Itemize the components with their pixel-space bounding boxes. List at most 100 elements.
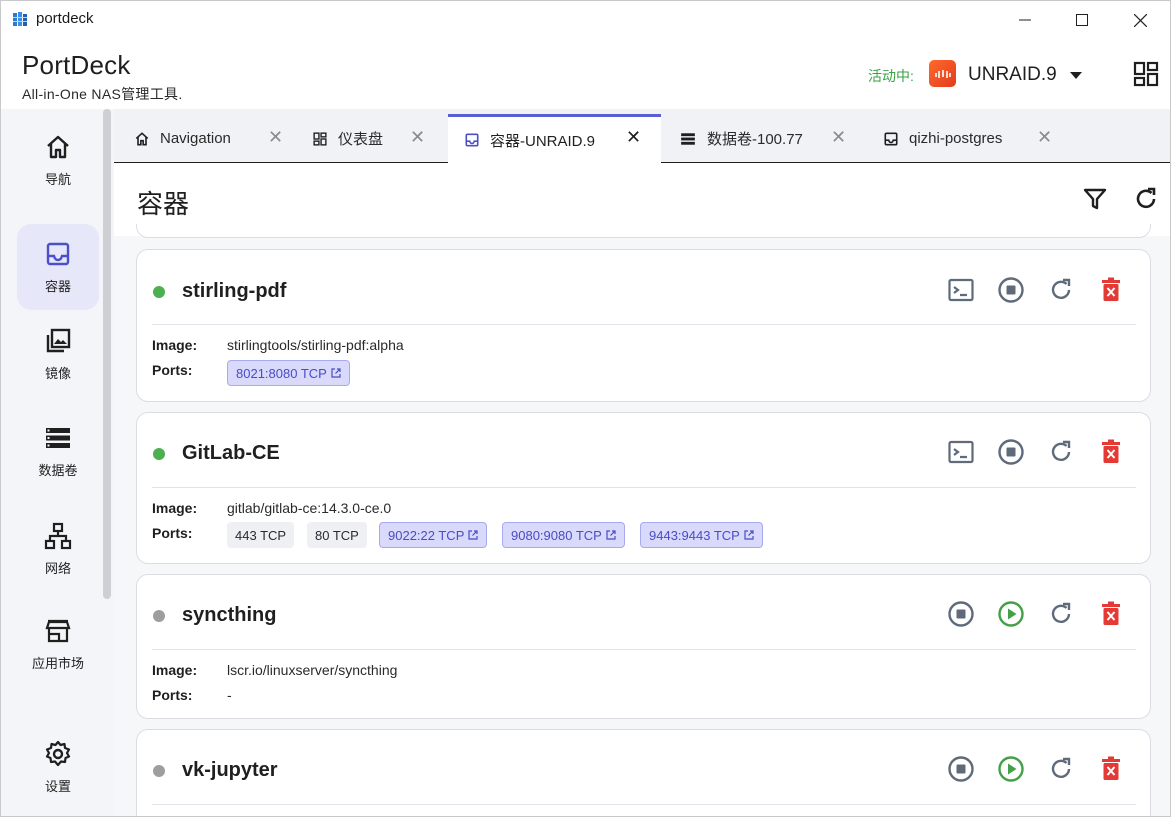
- restart-icon: [1051, 440, 1071, 461]
- stop-button[interactable]: [946, 599, 976, 629]
- external-link-icon: [744, 530, 754, 540]
- ports-value: -: [227, 687, 232, 703]
- restart-button[interactable]: [1046, 754, 1076, 784]
- tab-label: 容器-UNRAID.9: [490, 132, 596, 150]
- restart-button[interactable]: [1046, 599, 1076, 629]
- sidebar-scrollbar[interactable]: [103, 109, 111, 599]
- tab-bar: Navigation ✕ 仪表盘 ✕ 容器-UNRAID.9 ✕ 数据卷-100…: [114, 109, 1170, 163]
- minimize-button[interactable]: [999, 1, 1051, 39]
- sidebar-item-label: 容器: [44, 278, 71, 294]
- sidebar-item-network[interactable]: 网络: [17, 506, 99, 592]
- external-link-icon: [468, 530, 478, 540]
- delete-button[interactable]: [1096, 275, 1126, 305]
- storage-icon: [681, 132, 695, 145]
- image-label: Image:: [152, 500, 198, 516]
- tab-dashboard[interactable]: 仪表盘 ✕: [300, 114, 440, 163]
- tab-label: qizhi-postgres: [909, 130, 1003, 147]
- sidebar-item-label: 镜像: [44, 365, 71, 381]
- stop-button[interactable]: [946, 754, 976, 784]
- layout-grid-icon[interactable]: [1131, 59, 1161, 89]
- terminal-button[interactable]: [946, 275, 976, 305]
- external-link-icon: [606, 530, 616, 540]
- ports-label: Ports:: [152, 687, 193, 703]
- app-header: PortDeck All-in-One NAS管理工具. 活动中: UNRAID…: [1, 39, 1170, 109]
- tab-label: 仪表盘: [338, 131, 384, 148]
- stop-icon: [998, 439, 1024, 465]
- delete-button[interactable]: [1096, 599, 1126, 629]
- stop-button[interactable]: [996, 275, 1026, 305]
- network-icon: [44, 522, 72, 549]
- tab-close-icon[interactable]: ✕: [268, 127, 283, 148]
- port-link-chip[interactable]: 8021:8080 TCP: [227, 360, 350, 386]
- card-divider: [152, 649, 1136, 650]
- sidebar-item-navigation[interactable]: 导航: [17, 117, 99, 203]
- server-select[interactable]: UNRAID.9: [968, 64, 1057, 86]
- chevron-down-icon[interactable]: [1070, 72, 1082, 79]
- maximize-button[interactable]: [1056, 1, 1108, 39]
- sidebar-item-containers[interactable]: 容器: [17, 224, 99, 310]
- sidebar-item-volumes[interactable]: 数据卷: [17, 408, 99, 494]
- restart-button[interactable]: [1046, 437, 1076, 467]
- tab-close-icon[interactable]: ✕: [831, 127, 846, 148]
- tab-navigation[interactable]: Navigation ✕: [122, 114, 292, 163]
- filter-icon[interactable]: [1082, 186, 1108, 212]
- trash-icon: [1102, 756, 1120, 780]
- container-card: syncthing Image: lscr.io/linuxserver/syn…: [136, 574, 1151, 719]
- stop-icon: [998, 277, 1024, 303]
- terminal-icon: [948, 440, 974, 464]
- app-logo-icon: [13, 12, 27, 26]
- delete-button[interactable]: [1096, 754, 1126, 784]
- tab-volumes[interactable]: 数据卷-100.77 ✕: [667, 114, 857, 163]
- sidebar-item-label: 应用市场: [31, 655, 84, 671]
- start-button[interactable]: [996, 599, 1026, 629]
- app-window: portdeck PortDeck All-in-One NAS管理工具. 活动…: [0, 0, 1171, 817]
- status-dot: [153, 610, 165, 622]
- active-server-label: 活动中:: [868, 68, 914, 84]
- gear-icon: [45, 740, 71, 766]
- start-button[interactable]: [996, 754, 1026, 784]
- port-link-chip[interactable]: 9080:9080 TCP: [502, 522, 625, 548]
- minimize-icon: [1019, 19, 1031, 21]
- tab-containers-unraid[interactable]: 容器-UNRAID.9 ✕: [448, 114, 661, 163]
- card-divider: [152, 804, 1136, 805]
- card-divider: [152, 487, 1136, 488]
- restart-button[interactable]: [1046, 275, 1076, 305]
- tab-close-icon[interactable]: ✕: [626, 127, 641, 148]
- store-icon: [45, 619, 71, 642]
- sidebar-item-label: 网络: [44, 560, 71, 576]
- play-icon: [998, 601, 1024, 627]
- home-icon: [47, 135, 69, 158]
- sidebar-item-images[interactable]: 镜像: [17, 311, 99, 397]
- home-icon: [135, 131, 149, 146]
- tab-close-icon[interactable]: ✕: [410, 127, 425, 148]
- port-text: 9022:22 TCP: [388, 527, 465, 543]
- container-name: stirling-pdf: [182, 280, 287, 302]
- port-text: 8021:8080 TCP: [236, 365, 327, 381]
- tab-qizhi-postgres[interactable]: qizhi-postgres ✕: [871, 114, 1061, 163]
- title-bar: portdeck: [1, 1, 1170, 39]
- brand-tagline: All-in-One NAS管理工具.: [22, 86, 183, 102]
- sidebar-item-label: 导航: [44, 171, 71, 187]
- terminal-icon: [948, 278, 974, 302]
- sidebar-item-label: 设置: [44, 778, 71, 794]
- tab-close-icon[interactable]: ✕: [1037, 127, 1052, 148]
- refresh-icon[interactable]: [1133, 186, 1159, 212]
- terminal-button[interactable]: [946, 437, 976, 467]
- sidebar: 导航 容器 镜像 数据卷 网络 应用市场 设置: [1, 109, 114, 816]
- storage-icon: [46, 427, 70, 448]
- delete-button[interactable]: [1096, 437, 1126, 467]
- sidebar-item-app-store[interactable]: 应用市场: [17, 601, 99, 687]
- container-name: vk-jupyter: [182, 759, 278, 781]
- stop-button[interactable]: [996, 437, 1026, 467]
- image-value: stirlingtools/stirling-pdf:alpha: [227, 337, 404, 353]
- container-card: vk-jupyter: [136, 729, 1151, 816]
- close-window-button[interactable]: [1114, 1, 1166, 39]
- port-link-chip[interactable]: 9022:22 TCP: [379, 522, 488, 548]
- port-link-chip[interactable]: 9443:9443 TCP: [640, 522, 763, 548]
- trash-icon: [1102, 601, 1120, 625]
- inbox-icon: [884, 131, 898, 146]
- sidebar-item-settings[interactable]: 设置: [17, 724, 99, 810]
- stop-icon: [948, 601, 974, 627]
- previous-card-edge: [136, 224, 1151, 238]
- image-value: gitlab/gitlab-ce:14.3.0-ce.0: [227, 500, 392, 516]
